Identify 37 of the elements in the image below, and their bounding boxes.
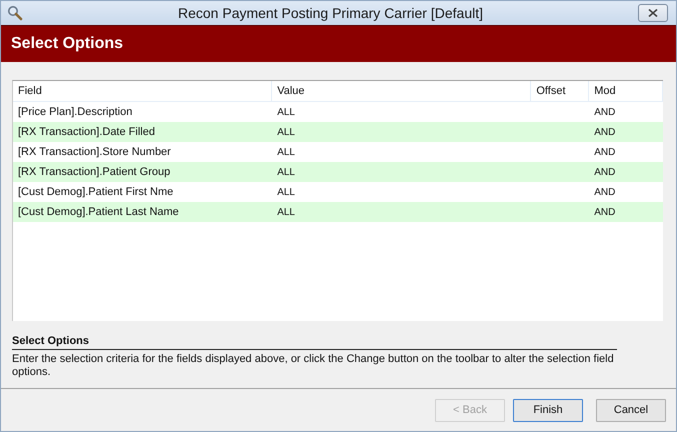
table-cell-text: AND <box>593 146 616 158</box>
help-text: Enter the selection criteria for the fields displayed above, or click the Change button on the toolbar to alter the selection field options. <box>12 353 615 379</box>
close-icon <box>648 9 658 17</box>
dialog-button[interactable]: Finish <box>513 398 583 422</box>
table-cell-text: [RX Transaction].Patient Group <box>17 166 172 178</box>
help-title: Select Options <box>12 335 617 350</box>
table-cell-text: AND <box>593 126 616 138</box>
table-cell-text: AND <box>593 106 616 118</box>
column-header[interactable]: Field <box>13 81 272 101</box>
table-cell-text: [Cust Demog].Patient First Nme <box>17 186 174 198</box>
column-header[interactable]: Value <box>272 81 532 101</box>
table-cell-text: ALL <box>276 106 296 118</box>
table-row[interactable]: [Cust Demog].Patient Last Name ALL AND <box>13 202 663 222</box>
window-title: Recon Payment Posting Primary Carrier [Default] <box>177 5 484 21</box>
table-cell-text: [Cust Demog].Patient Last Name <box>17 206 180 218</box>
table-row[interactable]: [RX Transaction].Patient Group ALL AND <box>13 162 663 182</box>
table-cell-text: [Price Plan].Description <box>17 106 134 118</box>
table-cell-text: [RX Transaction].Date Filled <box>17 126 156 138</box>
dialog-button[interactable]: Cancel <box>596 398 666 422</box>
column-header[interactable]: Offset <box>531 81 590 101</box>
table-cell-text: AND <box>593 206 616 218</box>
column-header[interactable]: Mod <box>589 81 663 101</box>
table-cell-text: ALL <box>276 166 296 178</box>
table-cell-text: ALL <box>276 146 296 158</box>
close-button[interactable] <box>638 4 668 22</box>
table-row[interactable]: [RX Transaction].Store Number ALL AND <box>13 142 663 162</box>
table-cell-text: ALL <box>276 126 296 138</box>
table-row[interactable]: [RX Transaction].Date Filled ALL AND <box>13 122 663 142</box>
table-cell-text: AND <box>593 186 616 198</box>
table-cell-text: ALL <box>276 186 296 198</box>
table-cell-text: [RX Transaction].Store Number <box>17 146 172 158</box>
table-cell-text: ALL <box>276 206 296 218</box>
magnifier-icon <box>7 5 23 21</box>
table-row[interactable]: [Price Plan].Description ALL AND <box>13 102 663 122</box>
table-cell-text: AND <box>593 166 616 178</box>
table-row[interactable]: [Cust Demog].Patient First Nme ALL AND <box>13 182 663 202</box>
header-title: Select Options <box>11 35 124 53</box>
